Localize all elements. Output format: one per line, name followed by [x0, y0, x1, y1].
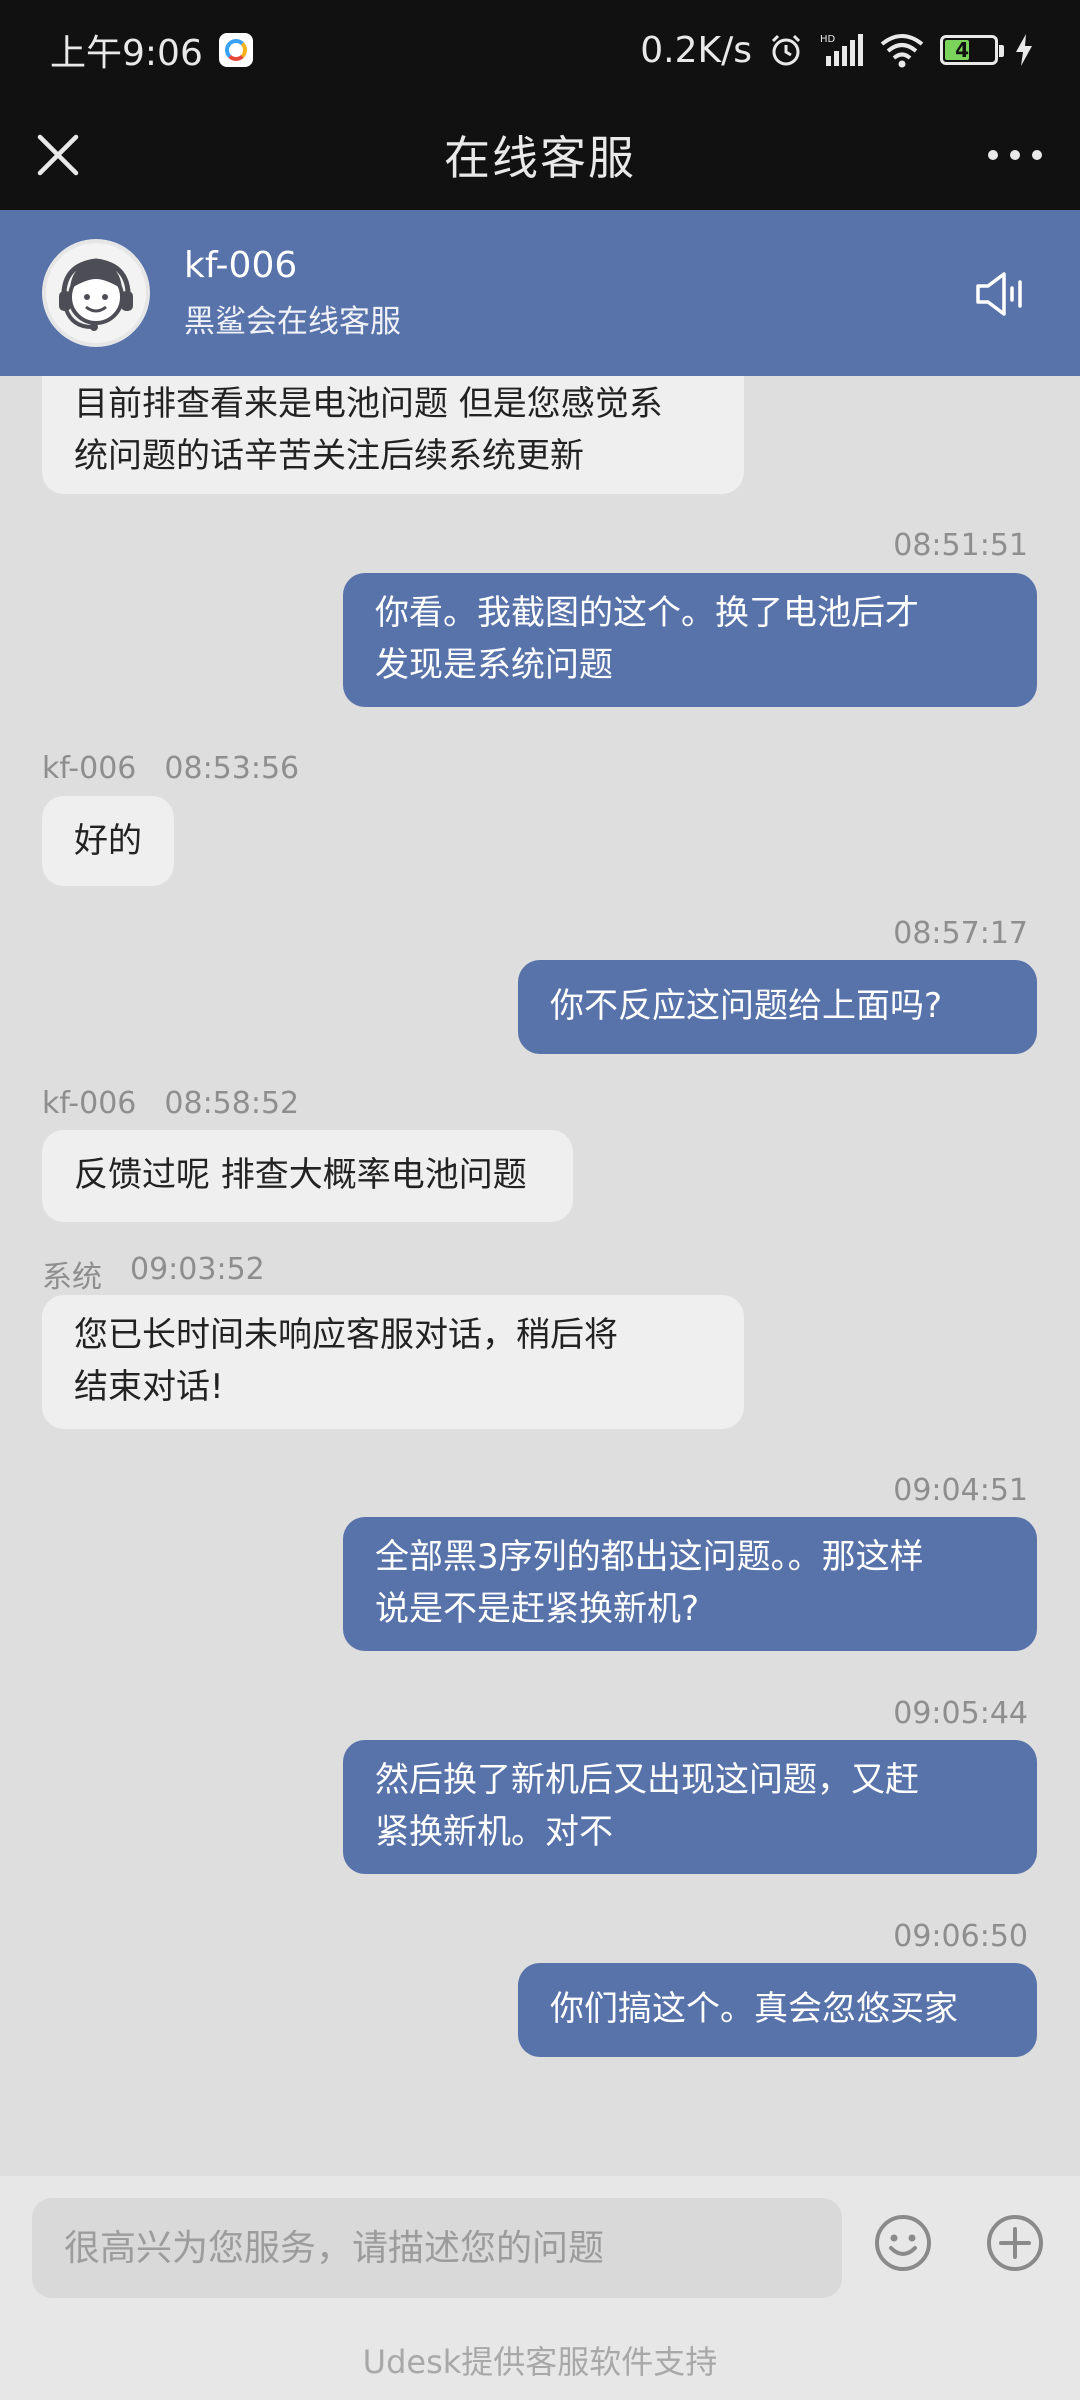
agent-name: kf-006 — [184, 245, 298, 286]
powered-by-footer: Udesk提供客服软件支持 — [0, 2320, 1080, 2400]
agent-message-bubble: 反馈过呢 排查大概率电池问题 — [42, 1130, 573, 1222]
message-meta: kf-006 08:53:56 — [42, 751, 299, 786]
message-text-line: 目前排查看来是电池问题 但是您感觉系 — [74, 384, 663, 424]
message-timestamp: 08:58:52 — [164, 1086, 300, 1121]
message-text-line: 你看。我截图的这个。换了电池后才 — [375, 593, 919, 633]
message-timestamp: 09:06:50 — [893, 1919, 1028, 1954]
message-timestamp: 08:57:17 — [893, 916, 1028, 951]
sender-name: kf-006 — [42, 751, 137, 786]
message-timestamp: 09:04:51 — [893, 1473, 1028, 1508]
agent-subtitle: 黑鲨会在线客服 — [184, 304, 401, 340]
status-time: 上午9:06 — [50, 33, 203, 74]
message-timestamp: 09:03:52 — [130, 1252, 265, 1287]
message-text-line: 全部黑3序列的都出这问题。。那这样 — [375, 1537, 924, 1577]
sender-name: kf-006 — [42, 1086, 137, 1121]
app-notification-icon — [218, 33, 253, 67]
message-text-line: 你们搞这个。真会忽悠买家 — [550, 1989, 958, 2029]
speaker-icon[interactable] — [972, 266, 1028, 322]
user-message-bubble: 你看。我截图的这个。换了电池后才 发现是系统问题 — [343, 573, 1037, 707]
user-message-bubble: 你们搞这个。真会忽悠买家 — [518, 1963, 1037, 2057]
message-text-line: 结束对话! — [74, 1367, 224, 1407]
battery-icon: 48 — [940, 35, 1004, 65]
svg-text:HD: HD — [820, 34, 836, 45]
add-icon[interactable] — [984, 2212, 1046, 2274]
message-input[interactable] — [32, 2198, 842, 2298]
message-text-line: 紧换新机。对不 — [375, 1812, 613, 1852]
user-message-bubble: 全部黑3序列的都出这问题。。那这样 说是不是赶紧换新机? — [343, 1517, 1037, 1651]
message-composer — [0, 2176, 1080, 2320]
message-text-line: 说是不是赶紧换新机? — [375, 1589, 700, 1629]
message-text-line: 发现是系统问题 — [375, 645, 613, 685]
signal-icon: HD — [820, 34, 863, 66]
message-text-line: 您已长时间未响应客服对话，稍后将 — [74, 1315, 618, 1355]
page-title: 在线客服 — [444, 131, 636, 185]
message-meta: 系统 09:03:52 — [42, 1252, 265, 1296]
agent-avatar — [42, 239, 150, 347]
charging-icon — [1016, 34, 1032, 66]
close-icon[interactable] — [30, 127, 86, 183]
footer-text: Udesk提供客服软件支持 — [362, 2343, 718, 2381]
user-message-bubble: 然后换了新机后又出现这问题，又赶 紧换新机。对不 — [343, 1740, 1037, 1874]
sender-name: 系统 — [42, 1260, 102, 1295]
message-text-line: 统问题的话辛苦关注后续系统更新 — [74, 436, 584, 476]
emoji-icon[interactable] — [872, 2212, 934, 2274]
user-message-bubble: 你不反应这问题给上面吗? — [518, 960, 1037, 1054]
network-speed: 0.2K/s — [640, 29, 752, 71]
status-bar: 上午9:06 0.2K/s HD 48 — [0, 0, 1080, 100]
battery-level: 48 — [955, 38, 983, 62]
message-text-line: 你不反应这问题给上面吗? — [550, 986, 943, 1026]
message-text-line: 反馈过呢 排查大概率电池问题 — [74, 1155, 527, 1195]
agent-message-bubble: 好的 — [42, 796, 174, 886]
wifi-icon — [880, 34, 924, 68]
message-timestamp: 08:51:51 — [893, 528, 1028, 563]
message-timestamp: 09:05:44 — [893, 1696, 1028, 1731]
support-agent-icon — [59, 258, 133, 331]
agent-header: kf-006 黑鲨会在线客服 — [0, 210, 1080, 376]
message-meta: kf-006 08:58:52 — [42, 1086, 299, 1121]
message-timestamp: 08:53:56 — [164, 751, 300, 786]
more-options-icon[interactable] — [980, 127, 1050, 183]
system-message-bubble: 您已长时间未响应客服对话，稍后将 结束对话! — [42, 1295, 744, 1429]
alarm-icon — [771, 34, 801, 66]
agent-message-bubble: 目前排查看来是电池问题 但是您感觉系 统问题的话辛苦关注后续系统更新 — [42, 376, 744, 494]
message-text-line: 然后换了新机后又出现这问题，又赶 — [375, 1760, 919, 1800]
chat-messages: 目前排查看来是电池问题 但是您感觉系 统问题的话辛苦关注后续系统更新 08:51… — [0, 376, 1080, 2176]
message-text-line: 好的 — [74, 821, 142, 861]
title-bar: 在线客服 — [0, 100, 1080, 210]
